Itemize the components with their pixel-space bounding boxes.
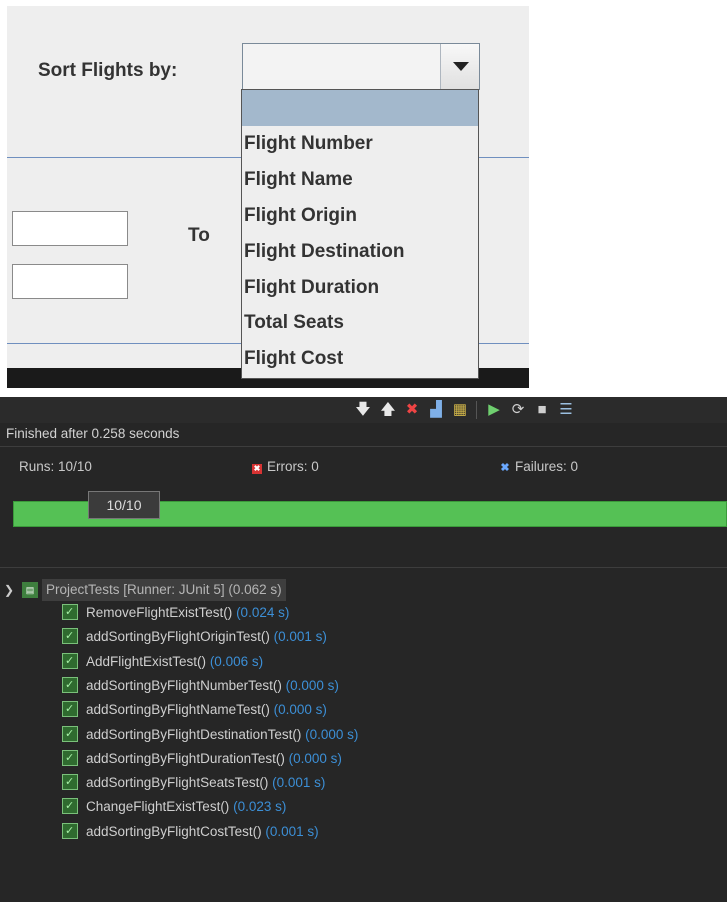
test-passed-icon (62, 723, 78, 745)
dropdown-option-flight-name[interactable]: Flight Name (242, 162, 478, 198)
text-field-2[interactable] (12, 264, 128, 299)
failures-label: Failures: (515, 459, 567, 474)
runs-label: Runs: (19, 459, 55, 474)
errors-counter: ✖ Errors: 0 (252, 459, 319, 474)
progress-tooltip: 10/10 (88, 491, 160, 519)
test-passed-icon (62, 771, 78, 793)
tree-root-label: ProjectTests [Runner: JUnit 5] (0.062 s) (42, 579, 286, 601)
error-icon: ✖ (252, 464, 262, 474)
runs-value: 10/10 (58, 459, 92, 474)
test-duration: (0.000 s) (285, 677, 339, 693)
chevron-down-icon[interactable] (440, 44, 479, 89)
test-duration: (0.000 s) (305, 726, 359, 742)
toolbar-separator (476, 401, 477, 419)
test-name: addSortingByFlightCostTest() (86, 823, 262, 839)
test-case-row[interactable]: addSortingByFlightNumberTest() (0.000 s) (62, 674, 339, 697)
dropdown-option-total-seats[interactable]: Total Seats (242, 305, 478, 341)
test-passed-icon (62, 795, 78, 817)
dropdown-option-flight-duration[interactable]: Flight Duration (242, 270, 478, 306)
sort-combo-box[interactable] (242, 43, 480, 90)
dropdown-option-blank[interactable] (242, 90, 478, 126)
test-suite-icon: ▤ (22, 582, 38, 598)
test-passed-icon (62, 674, 78, 696)
test-name: addSortingByFlightSeatsTest() (86, 775, 269, 791)
test-name: ChangeFlightExistTest() (86, 799, 230, 815)
test-case-row[interactable]: addSortingByFlightNameTest() (0.000 s) (62, 698, 327, 721)
test-duration: (0.023 s) (233, 799, 287, 815)
test-case-row[interactable]: AddFlightExistTest() (0.006 s) (62, 650, 264, 673)
test-duration: (0.000 s) (288, 750, 342, 766)
sort-flights-label: Sort Flights by: (38, 60, 178, 81)
test-duration: (0.001 s) (273, 629, 327, 645)
test-duration: (0.001 s) (265, 823, 319, 839)
next-failure-icon[interactable]: 🡇 (355, 402, 371, 418)
test-case-row[interactable]: RemoveFlightExistTest() (0.024 s) (62, 601, 290, 624)
test-passed-icon (62, 625, 78, 647)
failures-value: 0 (570, 459, 579, 474)
failure-icon: ✖ (500, 462, 510, 474)
test-duration: (0.024 s) (236, 605, 290, 620)
rerun-failed-first-icon[interactable]: ⟳ (510, 402, 526, 418)
test-duration: (0.000 s) (273, 702, 327, 718)
finished-status: Finished after 0.258 seconds (6, 426, 180, 441)
status-divider (0, 446, 727, 447)
show-skipped-icon[interactable]: ▦ (452, 402, 468, 418)
test-case-row[interactable]: ChangeFlightExistTest() (0.023 s) (62, 795, 287, 818)
dropdown-option-flight-origin[interactable]: Flight Origin (242, 198, 478, 234)
test-name: addSortingByFlightDestinationTest() (86, 726, 302, 742)
stop-icon[interactable]: ■ (534, 402, 550, 418)
test-passed-icon (62, 747, 78, 769)
tree-divider (0, 567, 727, 568)
tree-root-projecttests[interactable]: ❯ ▤ ProjectTests [Runner: JUnit 5] (0.06… (4, 579, 404, 601)
test-name: RemoveFlightExistTest() (86, 605, 233, 620)
scroll-lock-icon[interactable]: ▟ (428, 402, 444, 418)
test-duration: (0.006 s) (209, 653, 264, 669)
failures-counter: ✖ Failures: 0 (500, 459, 578, 474)
chevron-down-icon[interactable]: ❯ (4, 583, 14, 597)
show-failures-only-icon[interactable]: ✖ (404, 402, 420, 418)
dropdown-option-flight-number[interactable]: Flight Number (242, 126, 478, 162)
previous-failure-icon[interactable]: 🡅 (380, 402, 396, 418)
test-name: addSortingByFlightNameTest() (86, 702, 270, 718)
test-case-row[interactable]: addSortingByFlightDurationTest() (0.000 … (62, 747, 342, 770)
test-name: addSortingByFlightDurationTest() (86, 750, 285, 766)
sort-dropdown-list[interactable]: Flight Number Flight Name Flight Origin … (241, 89, 479, 379)
test-passed-icon (62, 820, 78, 842)
errors-label: Errors: (267, 459, 308, 474)
test-passed-icon (62, 601, 78, 623)
dropdown-option-flight-destination[interactable]: Flight Destination (242, 234, 478, 270)
test-name: addSortingByFlightOriginTest() (86, 629, 270, 645)
test-case-row[interactable]: addSortingByFlightCostTest() (0.001 s) (62, 820, 319, 843)
test-case-row[interactable]: addSortingByFlightOriginTest() (0.001 s) (62, 625, 327, 648)
runs-counter: Runs: 10/10 (19, 459, 92, 474)
history-icon[interactable]: ☰ (558, 402, 574, 418)
to-label: To (188, 225, 210, 246)
test-passed-icon (62, 650, 78, 672)
test-name: AddFlightExistTest() (86, 653, 207, 669)
junit-toolbar: 🡇 🡅 ✖ ▟ ▦ ▶ ⟳ ■ ☰ (0, 397, 727, 423)
rerun-icon[interactable]: ▶ (486, 402, 502, 418)
test-case-row[interactable]: addSortingByFlightDestinationTest() (0.0… (62, 723, 359, 746)
dropdown-option-flight-cost[interactable]: Flight Cost (242, 341, 478, 377)
test-name: addSortingByFlightNumberTest() (86, 677, 282, 693)
test-duration: (0.001 s) (272, 775, 326, 791)
errors-value: 0 (311, 459, 319, 474)
test-passed-icon (62, 698, 78, 720)
junit-view: 🡇 🡅 ✖ ▟ ▦ ▶ ⟳ ■ ☰ Finished after 0.258 s… (0, 397, 727, 902)
test-case-row[interactable]: addSortingByFlightSeatsTest() (0.001 s) (62, 771, 326, 794)
text-field-1[interactable] (12, 211, 128, 246)
